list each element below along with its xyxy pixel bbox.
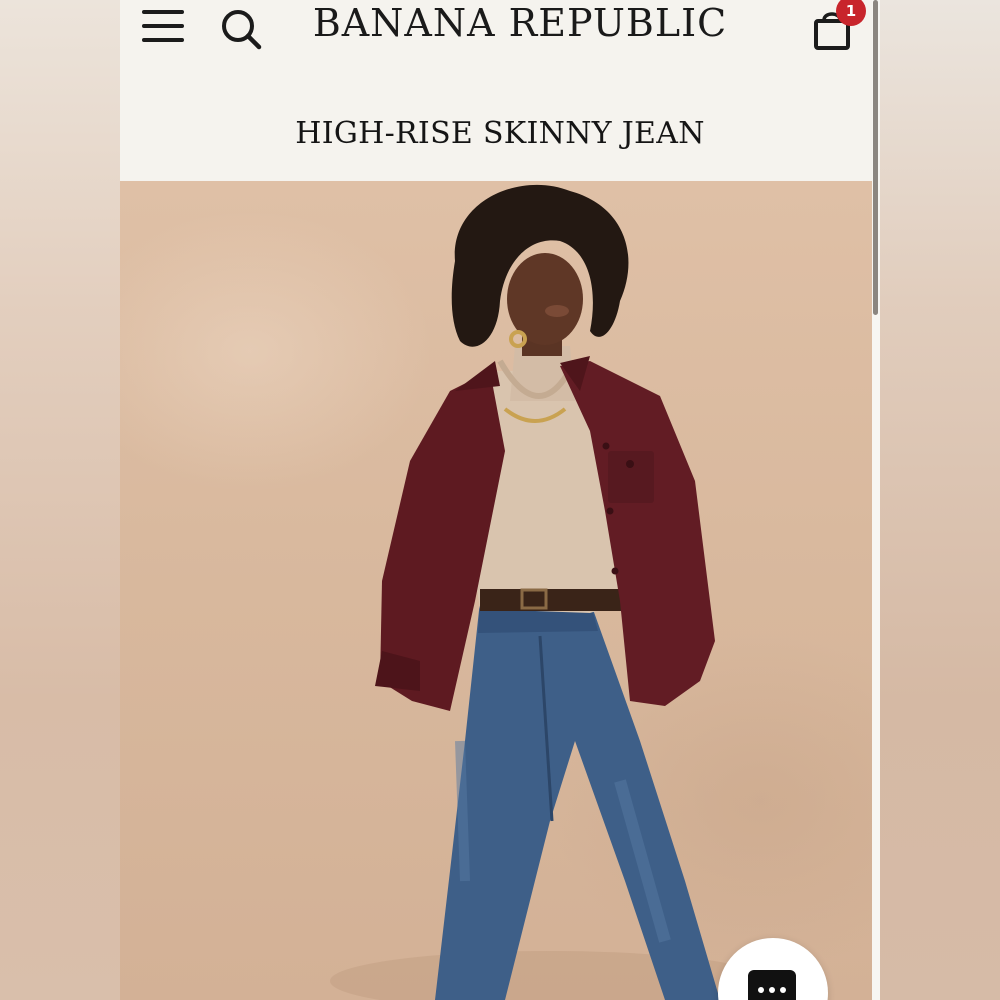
cart-count-badge: 1 (836, 0, 866, 26)
header: BANANA REPUBLIC 1 HIGH-RISE SKINNY JEAN (120, 0, 880, 180)
brand-logo[interactable]: BANANA REPUBLIC (300, 0, 740, 46)
search-icon[interactable] (218, 6, 264, 52)
scrollbar-thumb[interactable] (873, 0, 878, 315)
product-title: HIGH-RISE SKINNY JEAN (295, 116, 705, 151)
blurred-backdrop-left (0, 0, 120, 1000)
chat-ellipsis-icon (748, 970, 796, 1000)
hamburger-menu-icon[interactable] (142, 10, 186, 44)
mobile-page: BANANA REPUBLIC 1 HIGH-RISE SKINNY JEAN (120, 0, 880, 1000)
blurred-backdrop-right (880, 0, 1000, 1000)
product-photo[interactable] (120, 181, 872, 1000)
